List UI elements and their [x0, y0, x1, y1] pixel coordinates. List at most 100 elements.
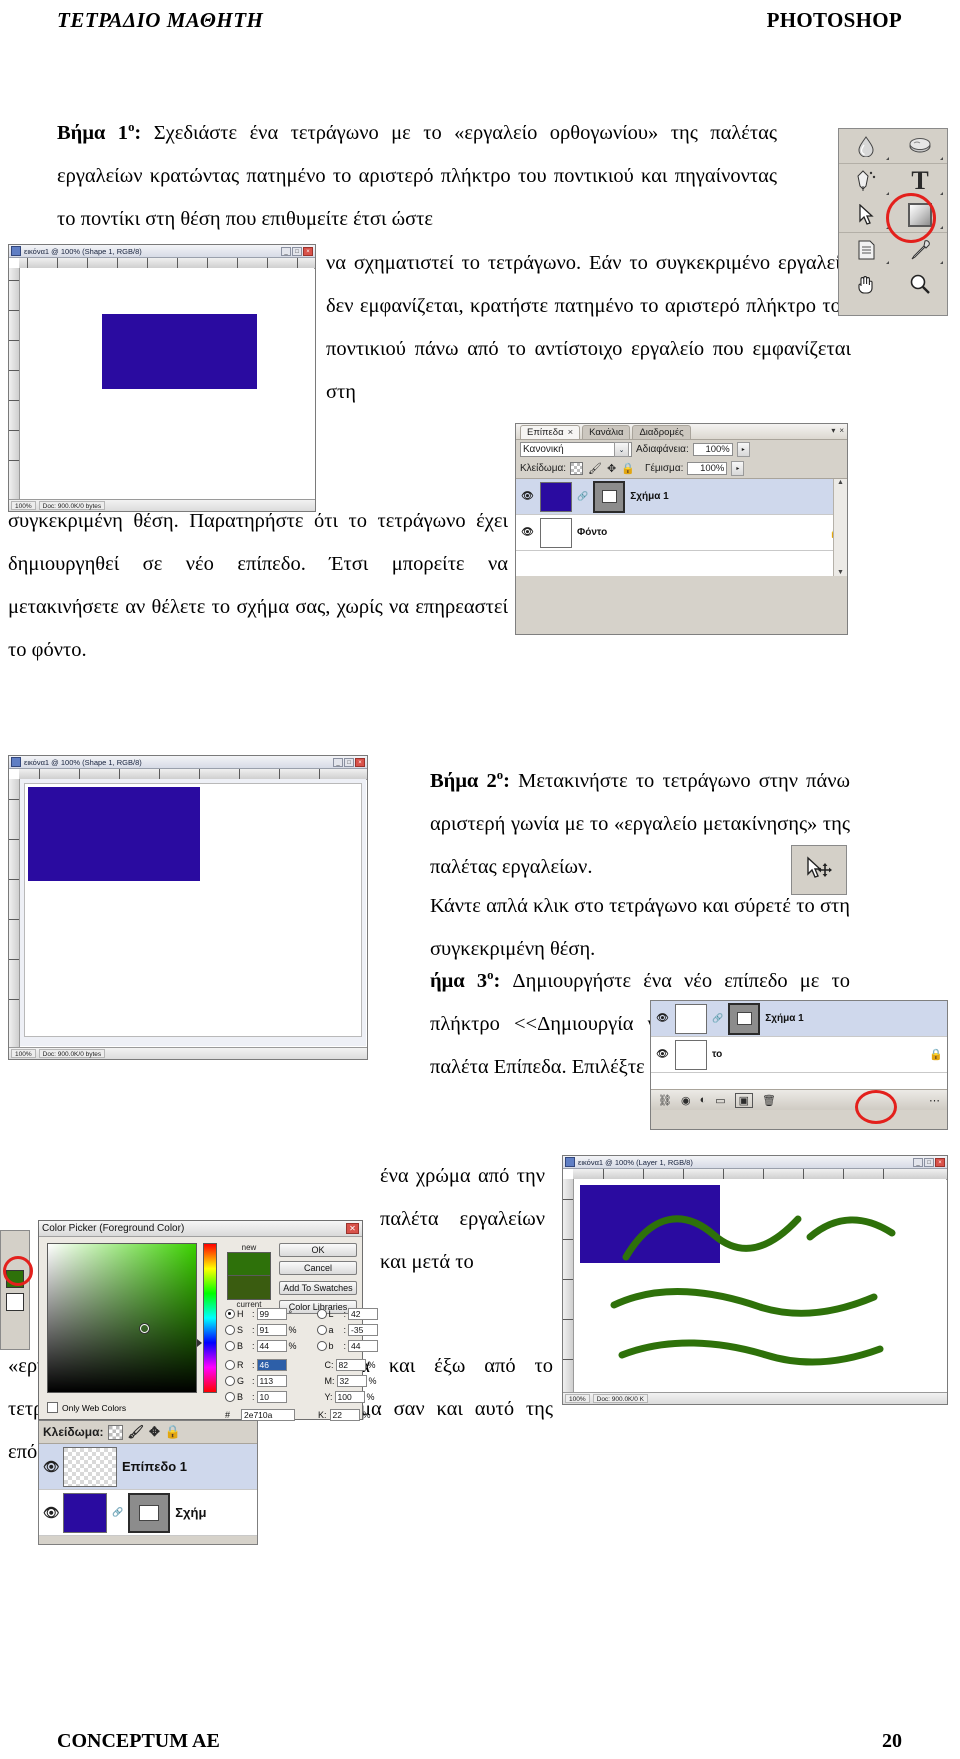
color-field-marker[interactable] [140, 1324, 149, 1333]
lock-icon-group-3[interactable]: 🖌 ✥ 🔒 [107, 1424, 181, 1440]
color-picker-dialog[interactable]: Color Picker (Foreground Color) ✕ new cu… [38, 1220, 379, 1421]
table-row[interactable]: 👁 το 🔒 [651, 1037, 947, 1073]
layers-list-3[interactable]: 👁 Επίπεδο 1 👁 🔗 Σχήμ [39, 1443, 257, 1536]
input-a[interactable]: -35 [348, 1324, 379, 1336]
only-web-colors-checkbox[interactable] [47, 1402, 58, 1413]
radio-labb[interactable] [316, 1341, 327, 1351]
layer-vector-mask-thumbnail[interactable] [128, 1492, 171, 1533]
fill-value[interactable]: 100% [687, 462, 728, 475]
type-tool-icon[interactable]: T [893, 164, 947, 198]
layer-thumbnail[interactable] [63, 1492, 107, 1533]
opacity-stepper-icon[interactable]: ▸ [736, 442, 750, 457]
foreground-swatch[interactable] [6, 1269, 24, 1288]
layer-visibility-icon[interactable]: 👁 [655, 1049, 670, 1060]
scroll-down-icon[interactable]: ▼ [834, 569, 847, 576]
move-tool-chip[interactable] [791, 845, 847, 895]
layers-palette-2[interactable]: 👁 🔗 Σχήμα 1 👁 το 🔒 ⛓ ◉ ◐ ▭ ▣ 🗑 ⋯ [650, 1000, 948, 1130]
layer-thumbnail[interactable] [540, 517, 572, 548]
rgb-g-row[interactable]: G: 113 M: 32 % [225, 1374, 379, 1388]
color-picker-titlebar[interactable]: Color Picker (Foreground Color) ✕ [39, 1221, 362, 1237]
blur-tool-icon[interactable] [839, 129, 893, 163]
layer-visibility-icon[interactable]: 👁 [655, 1013, 670, 1024]
input-labb[interactable]: 44 [348, 1340, 379, 1352]
window-1-buttons[interactable]: _ □ × [281, 246, 313, 256]
hue-slider-handle-left[interactable] [197, 1339, 202, 1347]
layer-style-icon[interactable]: ◉ [681, 1094, 691, 1107]
layers-palette-window-buttons[interactable]: ▾ × [831, 426, 844, 435]
add-to-swatches-button[interactable]: Add To Swatches [279, 1281, 357, 1295]
close-icon[interactable]: ✕ [346, 1223, 359, 1234]
radio-l[interactable] [316, 1309, 327, 1319]
layer-visibility-icon[interactable]: 👁 [43, 1459, 60, 1475]
color-field[interactable] [47, 1243, 197, 1393]
hsb-b-row[interactable]: B: 44 % b: 44 [225, 1339, 379, 1353]
foreground-color-chip[interactable] [0, 1230, 30, 1350]
window-2-canvas[interactable] [20, 779, 366, 1046]
background-swatch[interactable] [6, 1292, 24, 1311]
palette-menu-icon[interactable]: ⋯ [929, 1094, 940, 1107]
layer-vector-mask-thumbnail[interactable] [593, 480, 626, 513]
lock-image-pixels-icon[interactable]: 🖌 [588, 462, 602, 475]
table-row[interactable]: 👁 Επίπεδο 1 [39, 1444, 257, 1490]
rgb-b-row[interactable]: B: 10 Y: 100 % [225, 1390, 379, 1404]
lock-position-icon[interactable]: ✥ [149, 1424, 160, 1440]
window-3-close-icon[interactable]: × [935, 1157, 945, 1167]
notes-tool-icon[interactable] [839, 233, 893, 267]
window-1-canvas[interactable] [20, 268, 314, 498]
window-3-buttons[interactable]: _ □ × [913, 1157, 945, 1167]
window-2-zoom-value[interactable]: 100% [11, 1049, 36, 1058]
new-group-icon[interactable]: ▭ [715, 1094, 725, 1107]
window-1-zoom-value[interactable]: 100% [11, 501, 36, 510]
input-r[interactable]: 46 [256, 1359, 287, 1371]
path-selection-tool-icon[interactable] [839, 198, 893, 232]
radio-r[interactable] [225, 1360, 235, 1370]
photoshop-window-1[interactable]: εικόνα1 @ 100% (Shape 1, RGB/8) _ □ × 10… [8, 244, 316, 512]
opacity-value[interactable]: 100% [692, 443, 733, 456]
window-3-zoom-value[interactable]: 100% [565, 1394, 590, 1403]
lock-all-icon[interactable]: 🔒 [621, 462, 635, 475]
layer-visibility-icon[interactable]: 👁 [520, 491, 535, 502]
zoom-tool-icon[interactable] [893, 267, 947, 301]
layer-thumbnail[interactable] [540, 481, 572, 512]
lock-image-pixels-icon[interactable]: 🖌 [128, 1424, 145, 1440]
layers-palette-close-icon[interactable]: × [839, 426, 844, 435]
layers-list[interactable]: 👁 🔗 Σχήμα 1 👁 Φόντο 🔒 ▲ ▼ [516, 478, 847, 576]
hue-slider[interactable] [203, 1243, 217, 1393]
input-g[interactable]: 113 [256, 1375, 287, 1387]
window-1-close-icon[interactable]: × [303, 246, 313, 256]
table-row[interactable]: 👁 🔗 Σχήμα 1 [651, 1001, 947, 1037]
scroll-up-icon[interactable]: ▲ [834, 479, 847, 486]
blue-rectangle-shape[interactable] [28, 787, 200, 881]
layer-link-icon[interactable]: 🔗 [712, 1013, 723, 1024]
blend-mode-select[interactable]: Κανονική ⌄ [520, 442, 632, 457]
rectangle-tool-icon[interactable] [893, 198, 947, 232]
layers-palette-tabs[interactable]: Επίπεδα × Κανάλια Διαδρομές [520, 425, 691, 439]
dodge-tool-icon[interactable] [893, 129, 947, 163]
tab-kanalia[interactable]: Κανάλια [582, 425, 631, 439]
layer-visibility-icon[interactable]: 👁 [43, 1505, 60, 1521]
layer-vector-mask-thumbnail[interactable] [728, 1002, 761, 1035]
chevron-down-icon[interactable]: ⌄ [614, 442, 629, 457]
layer-thumbnail[interactable] [63, 1446, 117, 1487]
input-l[interactable]: 42 [348, 1308, 379, 1320]
lock-transparent-pixels-icon[interactable] [107, 1424, 123, 1440]
window-3-maximize-icon[interactable]: □ [924, 1157, 934, 1167]
window-2-maximize-icon[interactable]: □ [344, 757, 354, 767]
window-2-titlebar[interactable]: εικόνα1 @ 100% (Shape 1, RGB/8) _ □ × [9, 756, 367, 769]
window-3-minimize-icon[interactable]: _ [913, 1157, 923, 1167]
tab-epipeda[interactable]: Επίπεδα × [520, 425, 581, 439]
lock-icon-group[interactable]: 🖌 ✥ 🔒 [570, 462, 635, 475]
rgb-r-row[interactable]: R: 46 C: 82 % [225, 1358, 379, 1372]
add-mask-icon[interactable]: ◐ [700, 1094, 707, 1106]
current-color-swatch[interactable] [227, 1276, 271, 1300]
radio-g[interactable] [225, 1376, 235, 1386]
delete-layer-icon[interactable]: 🗑 [762, 1094, 776, 1107]
tab-diadromes[interactable]: Διαδρομές [632, 425, 691, 439]
window-1-minimize-icon[interactable]: _ [281, 246, 291, 256]
new-layer-icon[interactable]: ▣ [734, 1092, 754, 1108]
tools-palette[interactable]: T [838, 128, 948, 316]
radio-h[interactable] [225, 1309, 235, 1319]
hsb-h-row[interactable]: H: 99 ° L: 42 [225, 1307, 379, 1321]
layer-visibility-icon[interactable]: 👁 [520, 527, 535, 538]
input-bl[interactable]: 10 [256, 1391, 287, 1403]
